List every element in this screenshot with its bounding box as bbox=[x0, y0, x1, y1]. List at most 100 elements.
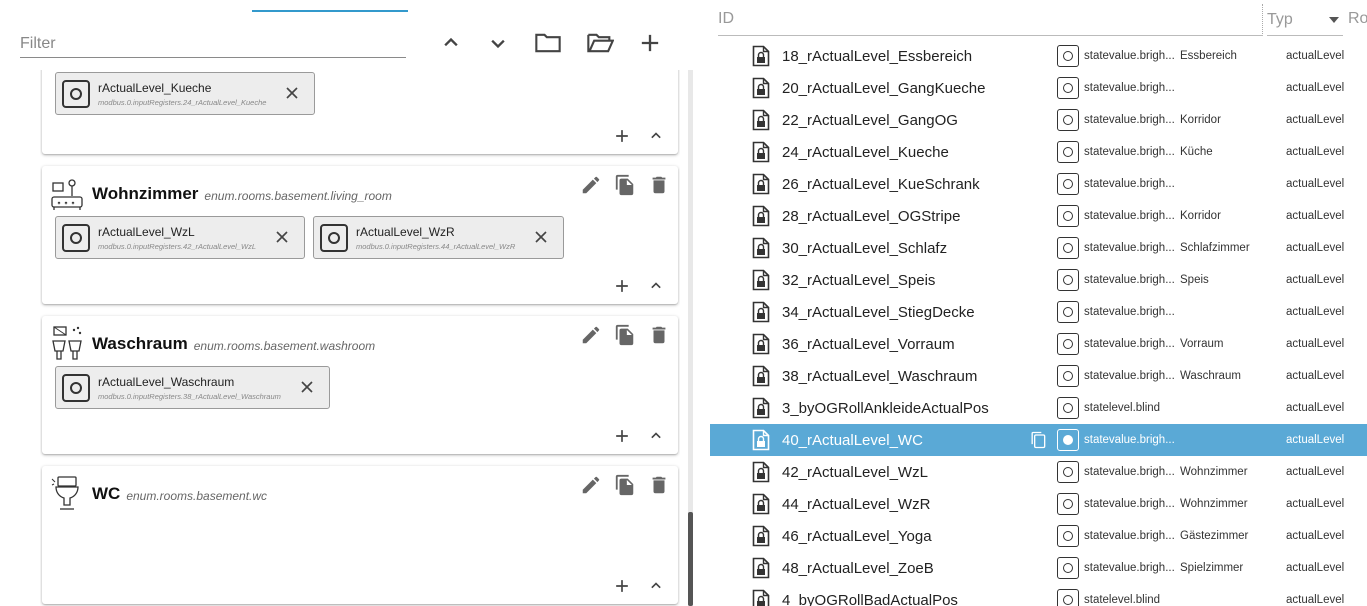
object-row[interactable]: 3_byOGRollAnkleideActualPos statelevel.b… bbox=[710, 392, 1367, 424]
object-role: statevalue.brigh... bbox=[1084, 210, 1175, 222]
object-role: statevalue.brigh... bbox=[1084, 114, 1175, 126]
object-row[interactable]: 32_rActualLevel_Speis statevalue.brigh..… bbox=[710, 264, 1367, 296]
filter-field[interactable] bbox=[20, 28, 406, 58]
object-row[interactable]: 30_rActualLevel_Schlafz statevalue.brigh… bbox=[710, 232, 1367, 264]
collapse-card-button[interactable] bbox=[644, 574, 668, 598]
object-row-selected[interactable]: 40_rActualLevel_WC statevalue.brigh... a… bbox=[710, 424, 1367, 456]
folder-icon bbox=[535, 33, 561, 53]
object-row[interactable]: 24_rActualLevel_Kueche statevalue.brigh.… bbox=[710, 136, 1367, 168]
object-name: 24_rActualLevel_Kueche bbox=[782, 143, 949, 161]
chevron-down-icon bbox=[491, 39, 505, 49]
object-function: actualLevel bbox=[1286, 306, 1345, 318]
object-row[interactable]: 28_rActualLevel_OGStripe statevalue.brig… bbox=[710, 200, 1367, 232]
object-name: 3_byOGRollAnkleideActualPos bbox=[782, 399, 989, 417]
close-icon[interactable] bbox=[272, 227, 292, 247]
object-role: statevalue.brigh... bbox=[1084, 338, 1175, 350]
add-button[interactable] bbox=[635, 28, 665, 58]
object-row[interactable]: 22_rActualLevel_GangOG statevalue.brigh.… bbox=[710, 104, 1367, 136]
copy-icon bbox=[615, 474, 634, 496]
object-name: 28_rActualLevel_OGStripe bbox=[782, 207, 961, 225]
object-row[interactable]: 34_rActualLevel_StiegDecke statevalue.br… bbox=[710, 296, 1367, 328]
copy-button[interactable] bbox=[612, 172, 638, 198]
living-room-icon bbox=[51, 179, 83, 210]
close-icon[interactable] bbox=[282, 83, 302, 103]
caret-down-icon bbox=[1329, 16, 1339, 23]
file-lock-icon bbox=[752, 493, 770, 515]
add-member-button[interactable] bbox=[610, 274, 634, 298]
chevron-up-icon bbox=[651, 582, 661, 589]
copy-id-icon[interactable] bbox=[1028, 430, 1048, 450]
object-function: actualLevel bbox=[1286, 178, 1345, 190]
edit-button[interactable] bbox=[578, 322, 604, 348]
copy-button[interactable] bbox=[612, 322, 638, 348]
card-header: WC enum.rooms.basement.wc bbox=[50, 474, 267, 514]
card-actions bbox=[578, 322, 672, 348]
object-row[interactable]: 46_rActualLevel_Yoga statevalue.brigh...… bbox=[710, 520, 1367, 552]
delete-button[interactable] bbox=[646, 322, 672, 348]
chevron-up-icon bbox=[444, 37, 458, 47]
add-member-button[interactable] bbox=[610, 574, 634, 598]
plus-icon bbox=[616, 280, 628, 292]
trash-icon bbox=[652, 326, 666, 344]
state-role-icon bbox=[1057, 525, 1079, 547]
object-row[interactable]: 4_byOGRollBadActualPos statelevel.blind … bbox=[710, 584, 1367, 606]
object-row[interactable]: 48_rActualLevel_ZoeB statevalue.brigh...… bbox=[710, 552, 1367, 584]
object-row[interactable]: 18_rActualLevel_Essbereich statevalue.br… bbox=[710, 40, 1367, 72]
object-name: 4_byOGRollBadActualPos bbox=[782, 591, 958, 606]
object-name: 22_rActualLevel_GangOG bbox=[782, 111, 958, 129]
object-role: statevalue.brigh... bbox=[1084, 178, 1175, 190]
collapse-card-button[interactable] bbox=[644, 274, 668, 298]
object-row[interactable]: 44_rActualLevel_WzR statevalue.brigh... … bbox=[710, 488, 1367, 520]
card-footer bbox=[610, 274, 668, 298]
plus-icon bbox=[616, 430, 628, 442]
filter-input[interactable] bbox=[20, 28, 406, 56]
edit-button[interactable] bbox=[578, 172, 604, 198]
file-lock-icon bbox=[752, 141, 770, 163]
collapse-all-button[interactable] bbox=[436, 28, 466, 58]
file-lock-icon bbox=[752, 461, 770, 483]
id-filter-field[interactable] bbox=[718, 4, 1263, 36]
copy-button[interactable] bbox=[612, 472, 638, 498]
object-role: statevalue.brigh... bbox=[1084, 466, 1175, 478]
add-member-button[interactable] bbox=[610, 424, 634, 448]
room-name: Wohnzimmer bbox=[92, 184, 199, 203]
file-lock-icon bbox=[752, 333, 770, 355]
object-row[interactable]: 42_rActualLevel_WzL statevalue.brigh... … bbox=[710, 456, 1367, 488]
object-role: statevalue.brigh... bbox=[1084, 562, 1175, 574]
close-icon[interactable] bbox=[297, 377, 317, 397]
close-icon[interactable] bbox=[531, 227, 551, 247]
object-room: Vorraum bbox=[1180, 338, 1224, 350]
plus-icon bbox=[641, 34, 659, 52]
pencil-icon bbox=[582, 476, 600, 494]
id-filter-input[interactable] bbox=[718, 4, 1263, 34]
collapse-card-button[interactable] bbox=[644, 124, 668, 148]
object-role: statelevel.blind bbox=[1084, 402, 1161, 414]
column-resize-handle[interactable] bbox=[1262, 4, 1263, 34]
chip-name: rActualLevel_WzR bbox=[356, 224, 455, 239]
file-lock-icon bbox=[752, 557, 770, 579]
folder-button[interactable] bbox=[533, 28, 563, 58]
object-row[interactable]: 38_rActualLevel_Waschraum statevalue.bri… bbox=[710, 360, 1367, 392]
card-footer bbox=[610, 124, 668, 148]
object-row[interactable]: 20_rActualLevel_GangKueche statevalue.br… bbox=[710, 72, 1367, 104]
type-filter-select[interactable]: Typ bbox=[1267, 4, 1343, 36]
file-lock-icon bbox=[752, 77, 770, 99]
copy-icon bbox=[615, 324, 634, 346]
scrollbar-thumb[interactable] bbox=[688, 512, 693, 606]
object-row[interactable]: 26_rActualLevel_KueSchrank statevalue.br… bbox=[710, 168, 1367, 200]
object-function: actualLevel bbox=[1286, 146, 1345, 158]
add-member-button[interactable] bbox=[610, 124, 634, 148]
object-function: actualLevel bbox=[1286, 274, 1345, 286]
object-room: Gästezimmer bbox=[1180, 530, 1249, 542]
edit-button[interactable] bbox=[578, 472, 604, 498]
delete-button[interactable] bbox=[646, 472, 672, 498]
collapse-card-button[interactable] bbox=[644, 424, 668, 448]
delete-button[interactable] bbox=[646, 172, 672, 198]
member-chip: rActualLevel_WzR modbus.0.inputRegisters… bbox=[313, 216, 565, 259]
folder-open-button[interactable] bbox=[585, 28, 615, 58]
object-row[interactable]: 36_rActualLevel_Vorraum statevalue.brigh… bbox=[710, 328, 1367, 360]
role-column-header: Ro bbox=[1348, 10, 1367, 27]
room-id: enum.rooms.basement.washroom bbox=[193, 338, 376, 353]
trash-icon bbox=[652, 476, 666, 494]
expand-all-button[interactable] bbox=[483, 28, 513, 58]
